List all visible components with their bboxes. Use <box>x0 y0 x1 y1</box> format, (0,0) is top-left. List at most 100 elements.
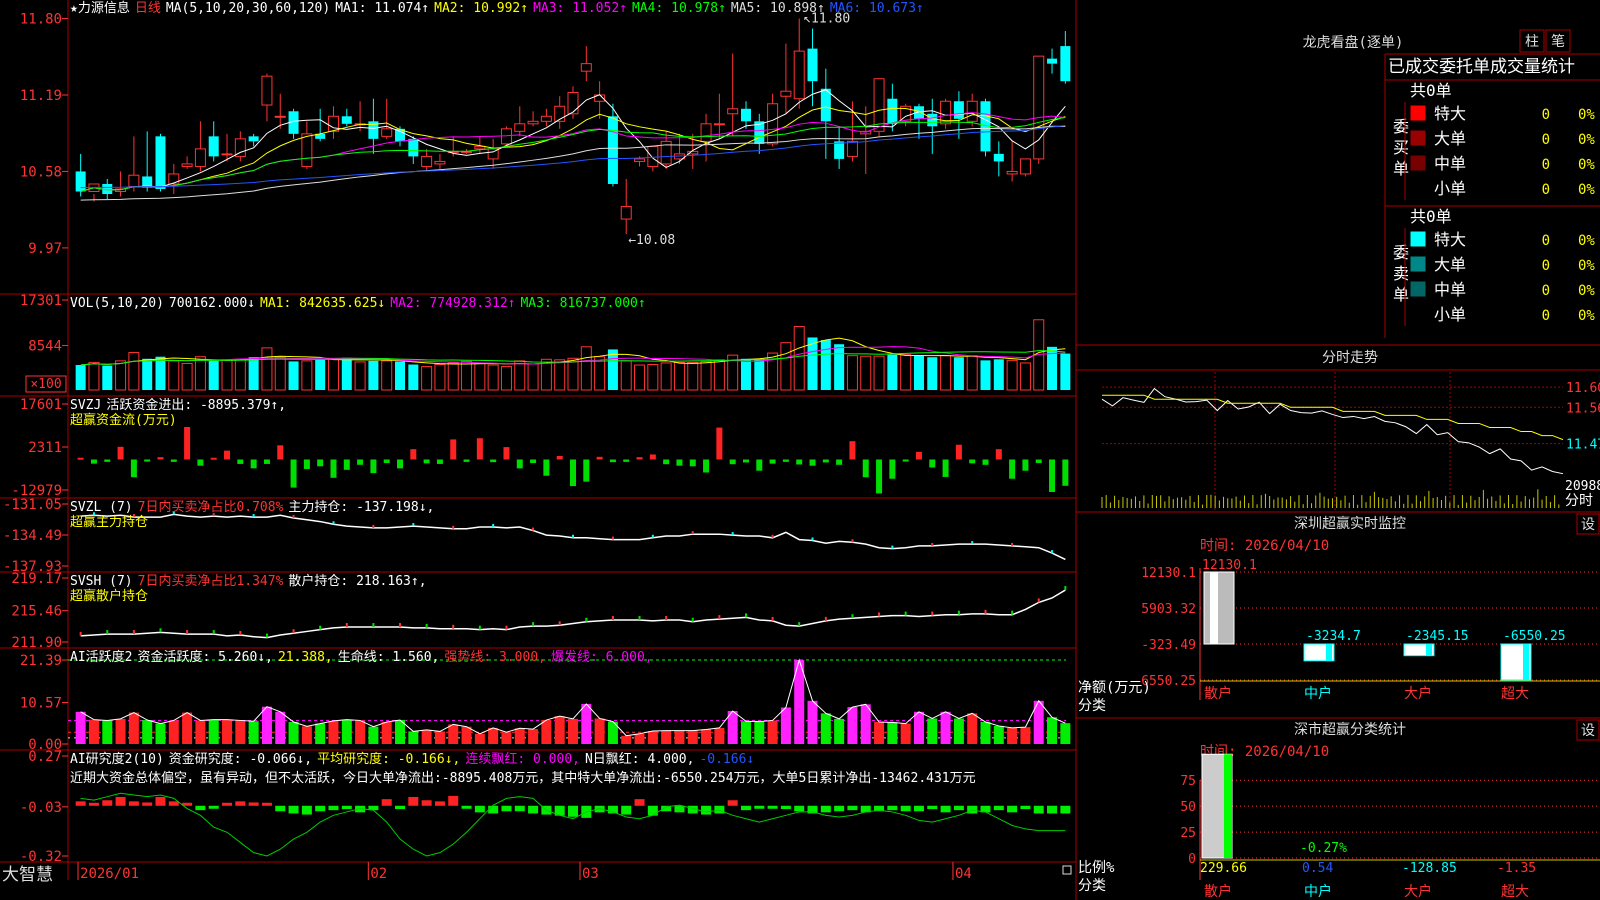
lhb-buy-side-label: 单 <box>1393 159 1409 178</box>
intraday-y-tick: 11.47 <box>1566 438 1600 453</box>
sz-classify-settings-button[interactable] <box>1576 719 1600 741</box>
lhb-sell-row-count: 0 <box>1542 233 1550 249</box>
volume-bar <box>341 357 352 390</box>
volume-bar <box>846 355 858 391</box>
low-price-marker: ←10.08 <box>628 233 675 248</box>
candle <box>953 101 964 119</box>
svzj-bar <box>357 459 364 465</box>
svzj-bar <box>476 438 483 460</box>
volume-bar <box>607 349 618 390</box>
intraday-y-tick: 11.60 <box>1566 381 1600 396</box>
volume-bar <box>780 342 792 391</box>
volume-bar <box>155 356 166 390</box>
svzj-bar <box>503 447 510 460</box>
volume-bar <box>620 360 632 391</box>
svzj-bar <box>556 455 563 460</box>
candle <box>820 88 831 122</box>
price-y-tick: 11.19 <box>20 88 62 104</box>
svsh-tick <box>851 614 854 619</box>
ai2-bar <box>288 805 299 814</box>
svsh-sublabel: 超赢散户持仓 <box>70 589 149 604</box>
lhb-mode-button[interactable] <box>1545 29 1571 53</box>
ai2-bar <box>727 800 738 806</box>
svzl-tick <box>292 514 295 518</box>
candle <box>261 75 273 106</box>
ai1-bar <box>687 730 698 744</box>
svsh-y-tick: 219.17 <box>11 571 62 587</box>
ai1-bar <box>913 711 924 744</box>
ai2-bar <box>967 805 978 814</box>
sz-monitor-bar <box>1203 571 1235 645</box>
svzl-tick <box>492 523 495 527</box>
volume-bar <box>368 360 379 390</box>
ai1-bar <box>301 726 312 744</box>
vol-unit-label: ×100 <box>30 377 61 392</box>
candle <box>514 123 526 132</box>
ai1-bar <box>674 730 685 744</box>
ai2-bar <box>102 800 113 806</box>
volume-bar <box>315 359 326 390</box>
volume-bar <box>793 326 805 391</box>
svzj-bar <box>290 459 297 488</box>
ai1-bar <box>874 722 885 744</box>
candle <box>128 174 140 187</box>
sz-classify-title: 深市超赢分类统计 <box>1294 721 1406 738</box>
svzj-bar <box>450 439 457 460</box>
ai1-bar <box>128 712 139 744</box>
ai1-bar <box>75 711 86 744</box>
candle <box>434 160 446 165</box>
ai2-bar <box>674 805 685 813</box>
ai1-bar <box>754 721 765 744</box>
ai1-bar <box>288 722 299 744</box>
candle <box>567 91 579 115</box>
ai1-bar <box>248 721 259 744</box>
sz-monitor-bar-accent <box>1326 644 1332 661</box>
ai1-bar <box>341 719 352 744</box>
lhb-sell-total: 共0单 <box>1410 207 1452 226</box>
ai2-bar <box>528 805 539 814</box>
svzj-bar <box>250 459 257 469</box>
lhb-sell-row-count: 0 <box>1542 283 1550 299</box>
ai1-bar <box>275 711 286 744</box>
ai2-bar <box>1047 805 1058 814</box>
svzj-header: SVZJ 活跃资金进出: -8895.379↑, <box>70 398 291 413</box>
svzl-tick <box>731 532 734 536</box>
svzl-tick <box>651 534 654 538</box>
ai2-header-part: 资金研究度: -0.066↓, <box>168 752 313 767</box>
candle <box>634 158 646 162</box>
ai1-bar <box>448 724 459 744</box>
candle <box>248 136 259 142</box>
candle <box>740 108 751 122</box>
ai1-bar <box>887 722 898 744</box>
intraday-vol-tick: 20988 <box>1565 479 1600 494</box>
ai2-bar <box>940 805 951 813</box>
ai2-bar <box>128 801 139 806</box>
lhb-mode-button[interactable] <box>1519 29 1545 53</box>
ai2-bar <box>474 805 485 813</box>
ai1-bar <box>860 704 871 744</box>
ai1-bar <box>834 718 845 744</box>
volume-bar <box>194 356 206 391</box>
sz-monitor-settings-button[interactable] <box>1576 513 1600 535</box>
ai1-bar <box>102 720 113 744</box>
price-header-part: MA4: 10.978↑ <box>631 1 726 16</box>
svzl-tick <box>1051 550 1054 554</box>
ai2-bar <box>261 802 272 806</box>
volume-header-part: 700162.000↓ <box>168 296 256 311</box>
svzj-bar <box>929 459 936 468</box>
svzl-sublabel: 超赢主力持仓 <box>70 515 149 530</box>
volume-header-part: MA2: 774928.312↑ <box>390 296 516 311</box>
ai1-bar <box>222 719 233 744</box>
volume-bar <box>474 362 486 391</box>
lhb-buy-row-color <box>1410 105 1426 121</box>
svzj-bar <box>1035 459 1042 464</box>
svsh-tick <box>931 611 934 616</box>
ai1-bar <box>208 719 219 744</box>
candle <box>887 98 898 124</box>
svzj-bar <box>90 459 97 464</box>
ai1-bar <box>182 712 193 744</box>
svsh-tick <box>79 631 82 636</box>
candle <box>620 206 632 220</box>
ai2-y-tick: 0.27 <box>28 749 62 765</box>
price-header-part: ★力源信息 <box>70 1 130 16</box>
